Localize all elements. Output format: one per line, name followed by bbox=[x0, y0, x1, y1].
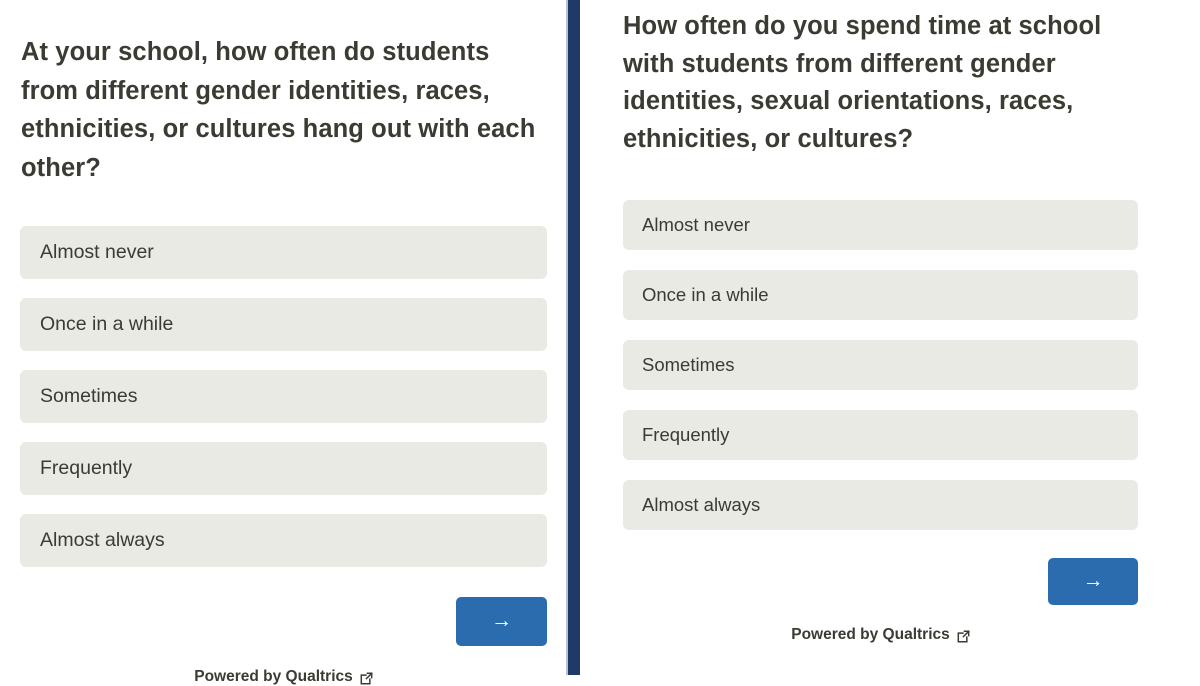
right-choice-list: Almost never Once in a while Sometimes F… bbox=[623, 200, 1178, 531]
divider-bar bbox=[568, 0, 580, 675]
left-question-text: At your school, how often do students fr… bbox=[21, 38, 536, 182]
right-question-text: How often do you spend time at school wi… bbox=[623, 12, 1102, 153]
arrow-right-icon: → bbox=[491, 609, 512, 633]
choice-option[interactable]: Once in a while bbox=[623, 270, 1138, 321]
external-link-icon[interactable] bbox=[360, 671, 373, 685]
choice-option[interactable]: Sometimes bbox=[623, 340, 1138, 391]
left-footer: Powered by Qualtrics bbox=[20, 668, 547, 686]
choice-label: Sometimes bbox=[40, 385, 138, 408]
choice-option[interactable]: Sometimes bbox=[20, 370, 547, 424]
choice-label: Sometimes bbox=[642, 354, 735, 376]
next-button[interactable]: → bbox=[1048, 558, 1138, 606]
choice-option[interactable]: Once in a while bbox=[20, 298, 547, 352]
choice-label: Almost always bbox=[40, 529, 165, 552]
choice-label: Almost always bbox=[642, 494, 761, 516]
powered-by-label: Powered by Qualtrics bbox=[194, 668, 353, 686]
left-survey-panel: At your school, how often do students fr… bbox=[0, 0, 563, 685]
choice-label: Once in a while bbox=[40, 313, 174, 336]
choice-option[interactable]: Almost always bbox=[20, 514, 547, 568]
survey-comparison-screen: At your school, how often do students fr… bbox=[0, 0, 1200, 685]
left-choice-list: Almost never Once in a while Sometimes F… bbox=[20, 226, 547, 568]
right-footer: Powered by Qualtrics bbox=[623, 626, 1138, 644]
choice-option[interactable]: Frequently bbox=[20, 442, 547, 496]
choice-option[interactable]: Almost never bbox=[623, 200, 1138, 251]
choice-label: Frequently bbox=[40, 457, 133, 480]
left-nav-row: → bbox=[20, 597, 547, 647]
arrow-right-icon: → bbox=[1082, 569, 1104, 593]
next-button[interactable]: → bbox=[456, 597, 547, 647]
right-survey-panel: How often do you spend time at school wi… bbox=[581, 0, 1200, 675]
right-nav-row: → bbox=[623, 558, 1138, 606]
choice-option[interactable]: Almost never bbox=[20, 226, 547, 280]
choice-option[interactable]: Frequently bbox=[623, 410, 1138, 461]
powered-by-label: Powered by Qualtrics bbox=[791, 626, 950, 644]
choice-label: Once in a while bbox=[642, 284, 769, 306]
choice-option[interactable]: Almost always bbox=[623, 480, 1138, 531]
choice-label: Almost never bbox=[642, 214, 750, 236]
choice-label: Almost never bbox=[40, 241, 154, 264]
panel-divider bbox=[563, 0, 581, 675]
external-link-icon[interactable] bbox=[957, 629, 970, 643]
choice-label: Frequently bbox=[642, 424, 730, 446]
